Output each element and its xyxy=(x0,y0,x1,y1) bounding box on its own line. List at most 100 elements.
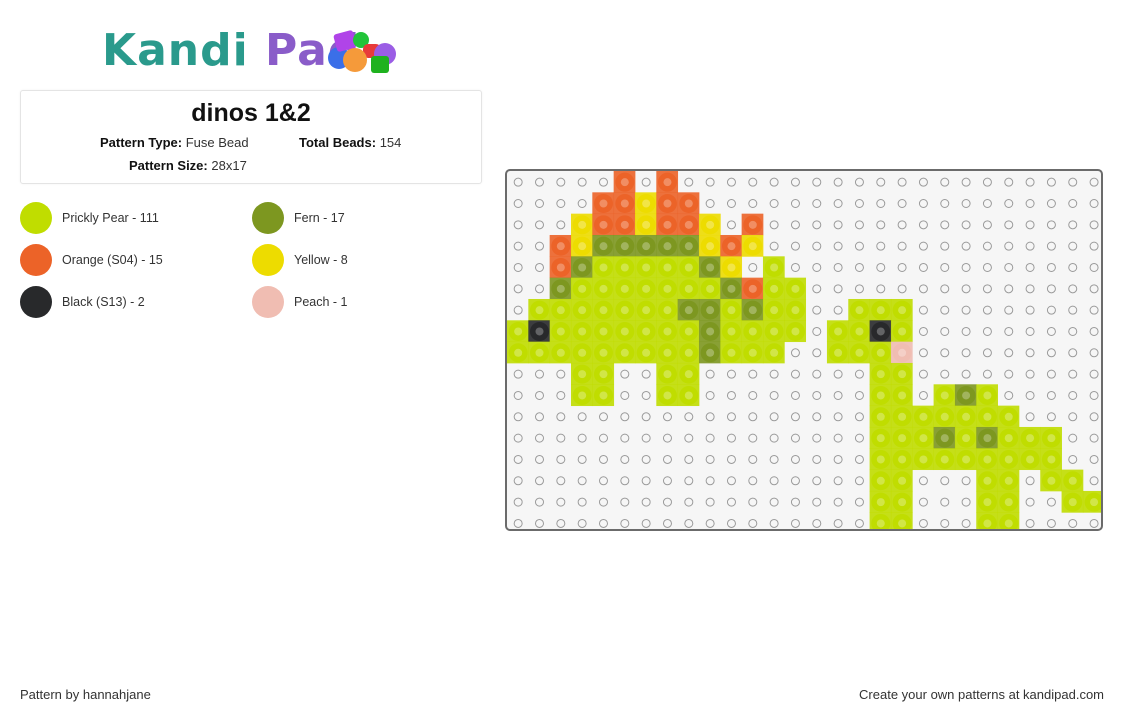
empty-peg xyxy=(534,390,544,400)
empty-peg xyxy=(534,220,544,230)
bead-hole xyxy=(727,327,736,336)
empty-peg xyxy=(1046,369,1056,379)
empty-peg xyxy=(534,497,544,507)
bead-hole xyxy=(599,327,608,336)
empty-peg xyxy=(854,177,864,187)
empty-peg xyxy=(748,476,758,486)
empty-peg xyxy=(705,433,715,443)
empty-peg xyxy=(513,305,523,315)
bead-hole xyxy=(983,434,992,443)
bead-hole xyxy=(663,178,672,187)
empty-peg xyxy=(662,518,672,528)
bead-hole xyxy=(1047,434,1056,443)
empty-peg xyxy=(833,390,843,400)
empty-peg xyxy=(1004,326,1014,336)
empty-peg xyxy=(940,518,950,528)
bead-hole xyxy=(898,348,907,357)
empty-peg xyxy=(1046,284,1056,294)
empty-peg xyxy=(598,497,608,507)
empty-peg xyxy=(705,497,715,507)
empty-peg xyxy=(982,262,992,272)
empty-peg xyxy=(513,412,523,422)
empty-peg xyxy=(812,390,822,400)
bead-hole xyxy=(684,370,693,379)
empty-peg xyxy=(598,433,608,443)
empty-peg xyxy=(662,476,672,486)
empty-peg xyxy=(513,369,523,379)
empty-peg xyxy=(1089,326,1099,336)
empty-peg xyxy=(705,198,715,208)
bead-hole xyxy=(684,306,693,315)
empty-peg xyxy=(1089,433,1099,443)
bead-hole xyxy=(706,348,715,357)
bead-hole xyxy=(556,242,565,251)
empty-peg xyxy=(577,497,587,507)
kandipad-logo[interactable]: Kandi Pad xyxy=(102,26,402,76)
empty-peg xyxy=(940,177,950,187)
empty-peg xyxy=(577,177,587,187)
empty-peg xyxy=(833,284,843,294)
empty-peg xyxy=(940,262,950,272)
empty-peg xyxy=(812,241,822,251)
empty-peg xyxy=(982,326,992,336)
empty-peg xyxy=(961,369,971,379)
empty-peg xyxy=(556,433,566,443)
empty-peg xyxy=(790,198,800,208)
empty-peg xyxy=(556,412,566,422)
empty-peg xyxy=(854,198,864,208)
bead-hole xyxy=(620,306,629,315)
empty-peg xyxy=(1004,262,1014,272)
empty-peg xyxy=(1089,241,1099,251)
bead-hole xyxy=(556,348,565,357)
bead-hole xyxy=(940,455,949,464)
bead-hole xyxy=(620,263,629,272)
bead-hole xyxy=(620,199,629,208)
empty-peg xyxy=(876,220,886,230)
empty-peg xyxy=(1025,476,1035,486)
empty-peg xyxy=(940,369,950,379)
empty-peg xyxy=(833,476,843,486)
bead-hole xyxy=(599,370,608,379)
empty-peg xyxy=(641,476,651,486)
bead-hole xyxy=(983,476,992,485)
empty-peg xyxy=(1004,305,1014,315)
empty-peg xyxy=(684,518,694,528)
bead-hole xyxy=(834,327,843,336)
bead-hole xyxy=(876,391,885,400)
kandipad-promo-link[interactable]: Create your own patterns at kandipad.com xyxy=(859,687,1104,702)
bead-grid xyxy=(507,171,1101,529)
empty-peg xyxy=(641,369,651,379)
bead-hole xyxy=(898,327,907,336)
empty-peg xyxy=(513,518,523,528)
empty-peg xyxy=(897,220,907,230)
empty-peg xyxy=(705,476,715,486)
empty-peg xyxy=(812,369,822,379)
empty-peg xyxy=(918,348,928,358)
empty-peg xyxy=(534,198,544,208)
empty-peg xyxy=(812,454,822,464)
empty-peg xyxy=(854,476,864,486)
logo-kandi-text: Kandi xyxy=(102,25,249,76)
bead-hole xyxy=(727,263,736,272)
empty-peg xyxy=(598,476,608,486)
empty-peg xyxy=(790,454,800,464)
empty-peg xyxy=(1004,198,1014,208)
empty-peg xyxy=(513,262,523,272)
empty-peg xyxy=(1068,198,1078,208)
empty-peg xyxy=(1068,369,1078,379)
empty-peg xyxy=(705,177,715,187)
empty-peg xyxy=(1025,348,1035,358)
empty-peg xyxy=(705,518,715,528)
empty-peg xyxy=(534,518,544,528)
bead-hole xyxy=(770,284,779,293)
empty-peg xyxy=(556,220,566,230)
bead-hole xyxy=(876,412,885,421)
empty-peg xyxy=(684,497,694,507)
empty-peg xyxy=(961,262,971,272)
total-beads-value: 154 xyxy=(379,135,402,150)
bead-hole xyxy=(663,348,672,357)
bead-hole xyxy=(1004,434,1013,443)
bead-pegboard xyxy=(505,169,1103,531)
empty-peg xyxy=(961,177,971,187)
pattern-type-label: Pattern Type: xyxy=(100,135,183,150)
